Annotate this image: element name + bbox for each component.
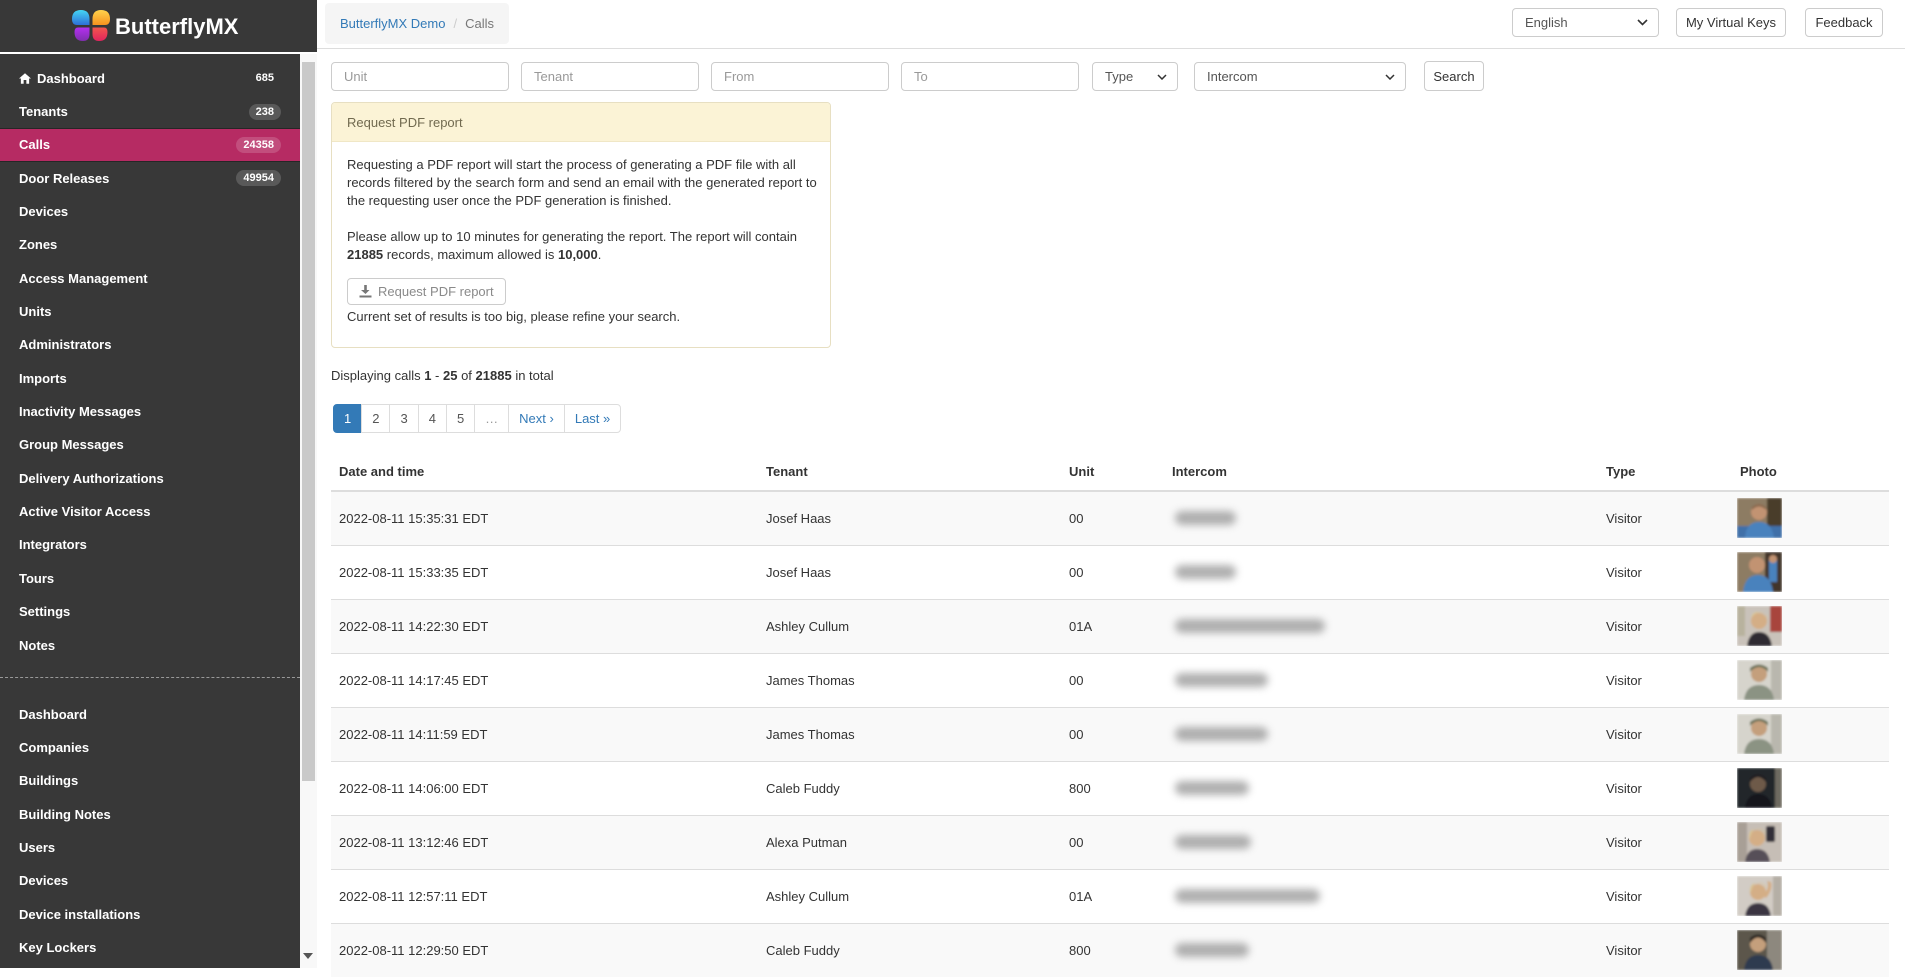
svg-text:ButterflyMX: ButterflyMX xyxy=(115,14,239,39)
